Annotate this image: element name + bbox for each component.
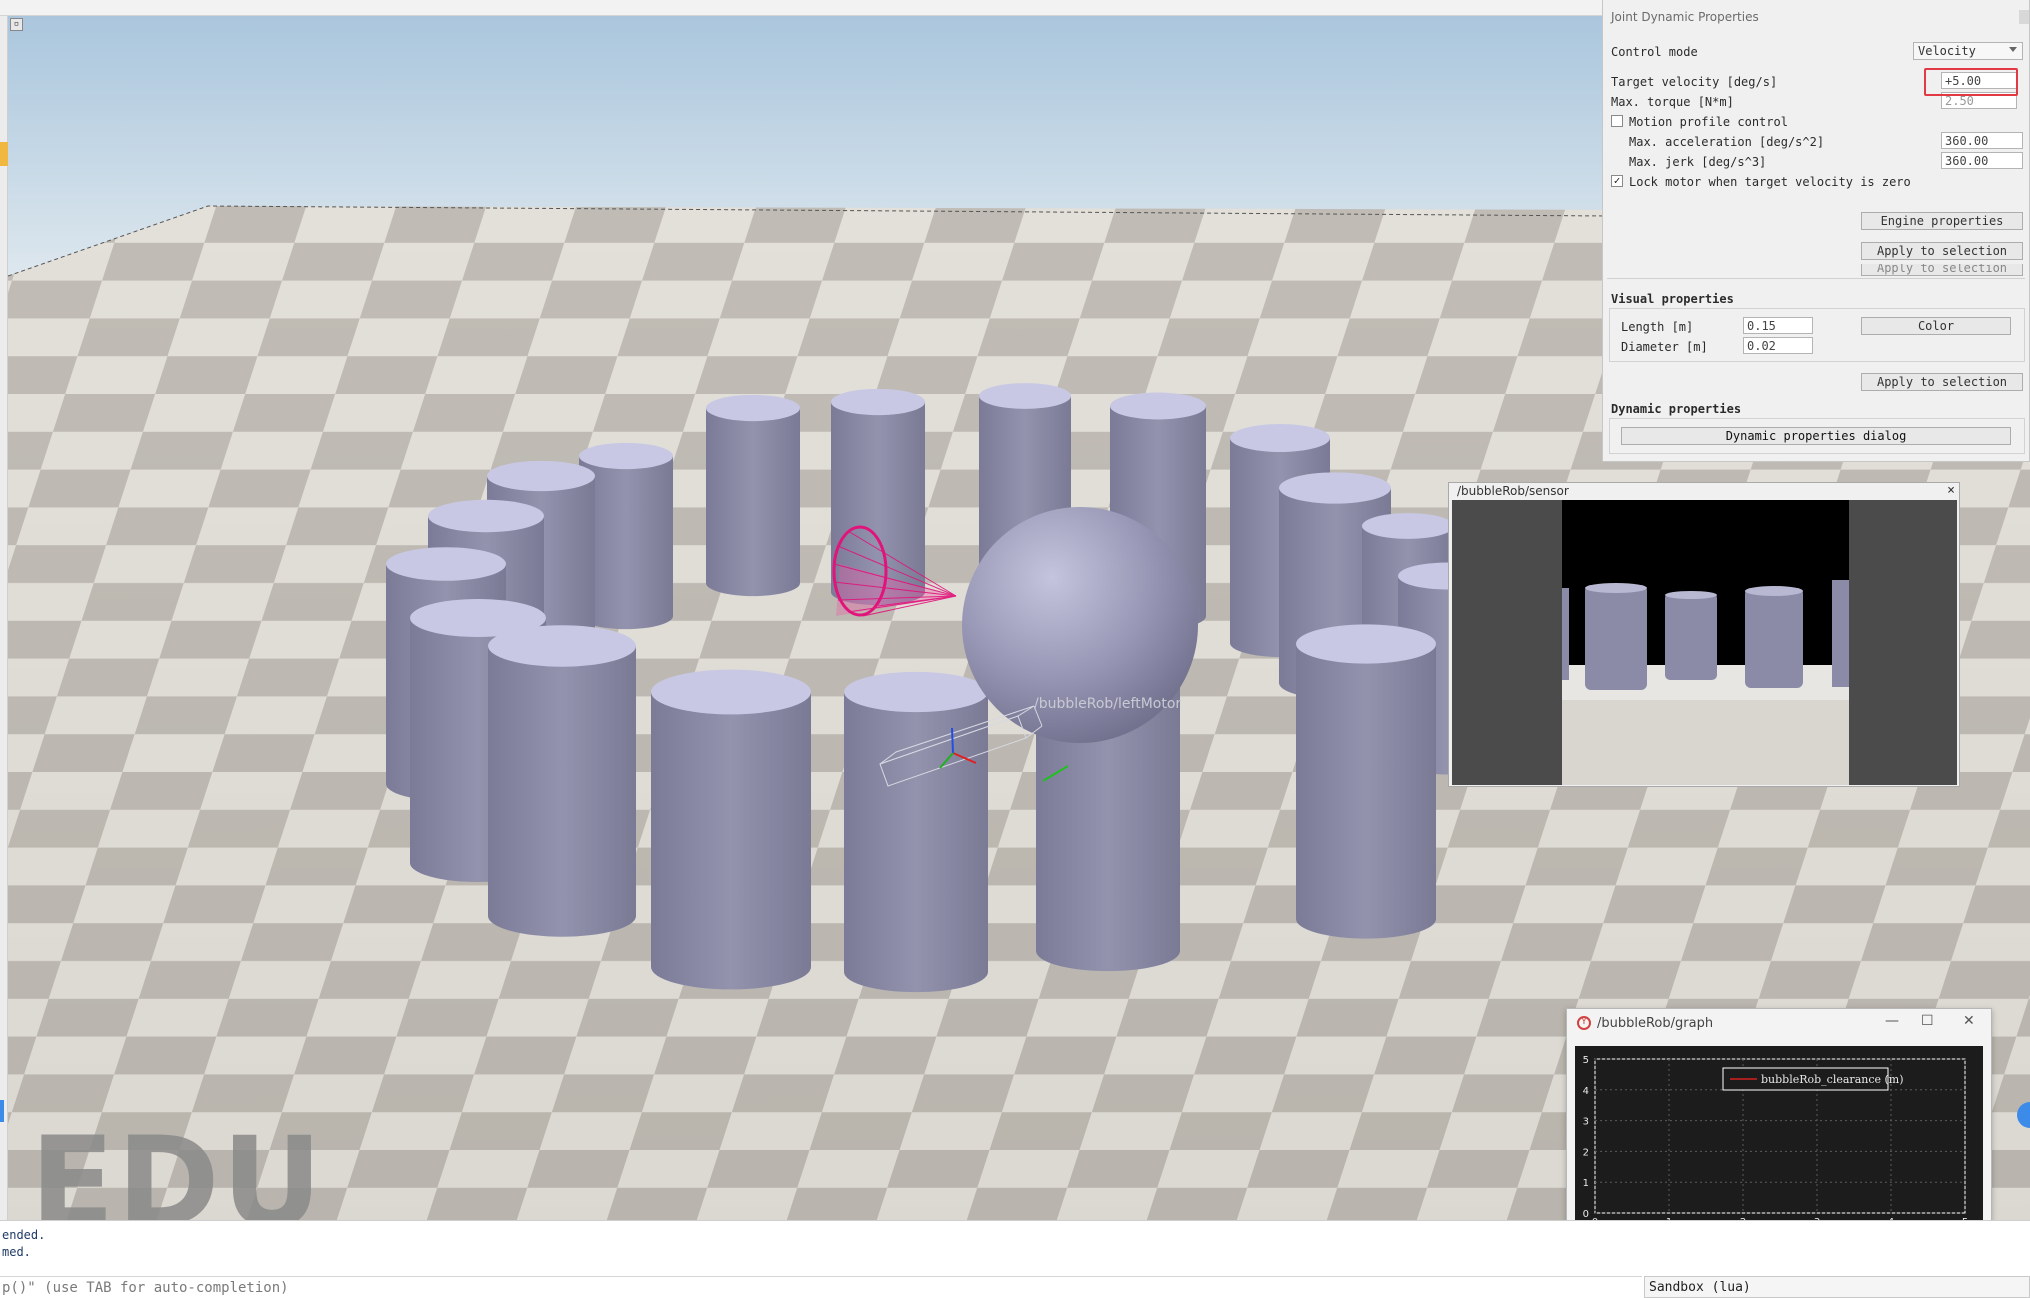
y-tick-label: 1	[1583, 1178, 1589, 1189]
max-accel-label: Max. acceleration [deg/s^2]	[1629, 135, 1825, 149]
control-mode-value: Velocity	[1918, 44, 1976, 58]
lock-motor-label: Lock motor when target velocity is zero	[1629, 175, 1911, 189]
sensor-window-title: /bubbleRob/sensor	[1457, 484, 1569, 498]
panel-title: Joint Dynamic Properties	[1611, 10, 1759, 24]
graph-canvas: 012345012345Time (seconds)bubbleRob_clea…	[1583, 1055, 1969, 1243]
close-icon[interactable]: ×	[1947, 483, 1955, 498]
left-edge-indicator	[0, 1100, 4, 1122]
max-jerk-label: Max. jerk [deg/s^3]	[1629, 155, 1767, 169]
y-tick-label: 4	[1583, 1086, 1589, 1097]
target-velocity-label: Target velocity [deg/s]	[1611, 75, 1778, 89]
left-dock-strip	[0, 16, 8, 1220]
graph-window-title: /bubbleRob/graph	[1597, 1016, 1714, 1031]
console-line: ended.	[2, 1228, 46, 1242]
sandbox-selector[interactable]: Sandbox (lua)	[1644, 1276, 2030, 1298]
edu-watermark: EDU	[30, 1111, 325, 1220]
visual-apply-button[interactable]: Apply to selection	[1861, 373, 2023, 391]
y-tick-label: 3	[1583, 1117, 1589, 1128]
graph-plot-area: 012345012345Time (seconds)bubbleRob_clea…	[1575, 1046, 1983, 1246]
dynamic-properties-dialog-button[interactable]: Dynamic properties dialog	[1621, 427, 2011, 445]
max-jerk-input[interactable]: 360.00	[1941, 152, 2023, 169]
y-tick-label: 5	[1583, 1055, 1589, 1066]
joint-name-label: /bubbleRob/leftMotor	[1034, 696, 1182, 712]
diameter-input[interactable]: 0.02	[1743, 337, 1813, 354]
control-mode-select[interactable]: Velocity	[1913, 42, 2023, 60]
panel-divider	[1607, 278, 2025, 279]
y-tick-label: 2	[1583, 1147, 1589, 1158]
max-accel-input[interactable]: 360.00	[1941, 132, 2023, 149]
max-torque-label: Max. torque [N*m]	[1611, 95, 1734, 109]
minimize-icon[interactable]: —	[1885, 1013, 1899, 1029]
length-label: Length [m]	[1621, 320, 1694, 334]
console-line: med.	[2, 1245, 31, 1259]
viewport-corner-button[interactable]: ▫	[10, 18, 23, 31]
cylinder-obstacle	[1296, 624, 1436, 939]
panel-close-button[interactable]	[2019, 10, 2029, 24]
close-icon[interactable]: ✕	[1963, 1013, 1975, 1029]
vision-sensor-window[interactable]: /bubbleRob/sensor ×	[1448, 482, 1960, 787]
motion-profile-label: Motion profile control	[1629, 115, 1788, 129]
chevron-down-icon	[2009, 47, 2017, 52]
graph-window[interactable]: Y /bubbleRob/graph — ☐ ✕ 012345012345Tim…	[1566, 1008, 1992, 1252]
color-button[interactable]: Color	[1861, 317, 2011, 335]
app-logo-icon: Y	[1577, 1016, 1591, 1030]
apply-to-selection-button-behind: Apply to selection	[1861, 264, 2023, 276]
visual-properties-heading: Visual properties	[1611, 292, 1734, 306]
control-mode-label: Control mode	[1611, 45, 1698, 59]
cylinder-obstacle	[844, 671, 988, 993]
cylinder-obstacle	[706, 394, 800, 597]
length-input[interactable]: 0.15	[1743, 317, 1813, 334]
legend-label: bubbleRob_clearance (m)	[1761, 1073, 1904, 1086]
engine-properties-button[interactable]: Engine properties	[1861, 212, 2023, 230]
diameter-label: Diameter [m]	[1621, 340, 1708, 354]
cylinder-obstacle	[488, 625, 636, 937]
sensor-image	[1452, 500, 1957, 785]
lock-motor-checkbox[interactable]: ✓	[1611, 175, 1623, 187]
highlight-box	[1924, 68, 2018, 96]
sensor-render	[1452, 500, 1957, 785]
lua-command-input[interactable]: p()" (use TAB for auto-completion)	[0, 1276, 1642, 1298]
motion-profile-checkbox[interactable]	[1611, 115, 1623, 127]
dock-marker	[0, 142, 8, 166]
maximize-icon[interactable]: ☐	[1921, 1013, 1934, 1029]
cylinder-obstacle	[651, 669, 811, 990]
apply-to-selection-button[interactable]: Apply to selection	[1861, 242, 2023, 260]
simulator-window: { "viewport": { "watermark": "EDU", "joi…	[0, 0, 2030, 1298]
y-tick-label: 0	[1583, 1209, 1589, 1220]
dynamic-properties-heading: Dynamic properties	[1611, 402, 1742, 416]
